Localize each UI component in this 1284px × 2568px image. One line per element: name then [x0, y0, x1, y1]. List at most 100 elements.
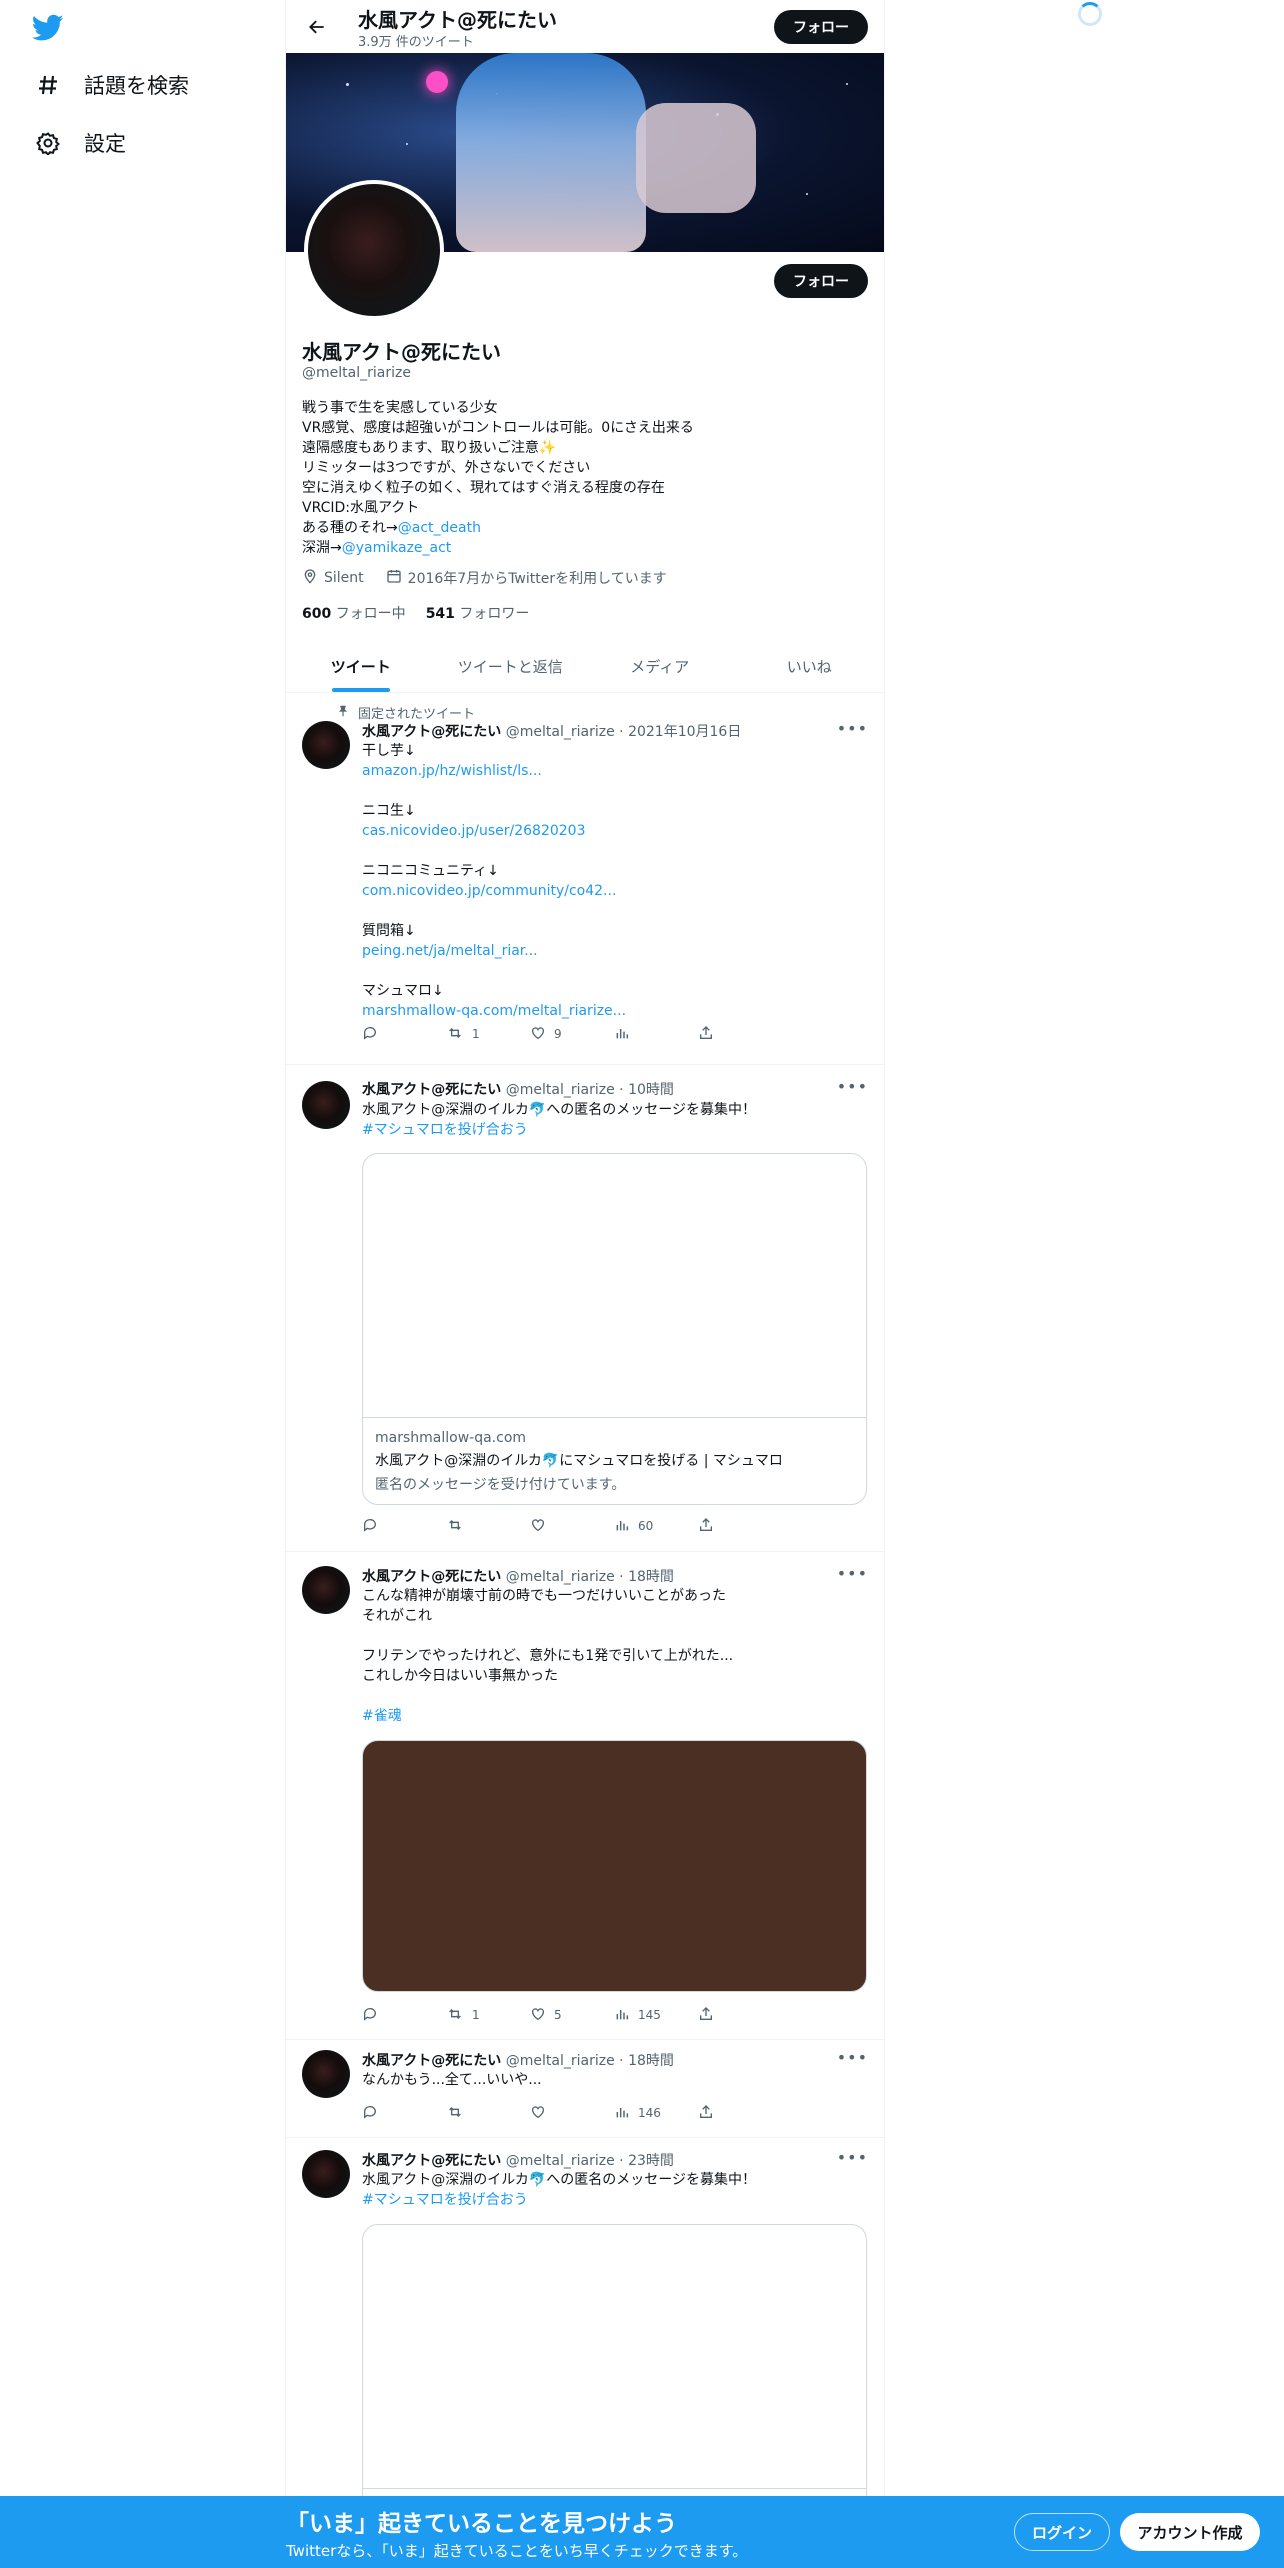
- topbar-follow-button[interactable]: フォロー: [774, 10, 868, 44]
- twitter-bird-icon[interactable]: [31, 14, 66, 44]
- profile-follow-button[interactable]: フォロー: [774, 264, 868, 298]
- link-card[interactable]: [362, 2224, 867, 2524]
- retweet-button[interactable]: [446, 2102, 530, 2124]
- profile-location: Silent: [324, 570, 364, 586]
- views-button[interactable]: 60: [614, 1515, 698, 1537]
- tweet-author-handle[interactable]: @meltal_riarize: [506, 1569, 615, 1585]
- more-options-icon[interactable]: •••: [837, 1077, 868, 1096]
- tweet-avatar[interactable]: [302, 1081, 350, 1129]
- like-button[interactable]: [530, 1515, 614, 1537]
- tweet-author-name[interactable]: 水風アクト@死にたい: [362, 724, 501, 740]
- tweet-author-name[interactable]: 水風アクト@死にたい: [362, 2153, 501, 2169]
- tweet-link[interactable]: marshmallow-qa.com/meltal_riarize...: [362, 1001, 867, 1021]
- retweet-button[interactable]: 1: [446, 1023, 530, 1045]
- bio-line: 深淵→@yamikaze_act: [302, 540, 452, 556]
- retweet-button[interactable]: [446, 1515, 530, 1537]
- tweet-link[interactable]: com.nicovideo.jp/community/co42...: [362, 881, 867, 901]
- reply-button[interactable]: [362, 1515, 446, 1537]
- followers-link[interactable]: 541 フォロワー: [426, 603, 530, 623]
- bio-mention-link[interactable]: @act_death: [398, 520, 481, 536]
- login-button[interactable]: ログイン: [1014, 2513, 1110, 2551]
- tweet-author-name[interactable]: 水風アクト@死にたい: [362, 1569, 501, 1585]
- profile-meta: Silent 2016年7月からTwitterを利用しています: [302, 568, 667, 588]
- tweet-author-handle[interactable]: @meltal_riarize: [506, 724, 615, 740]
- profile-handle: @meltal_riarize: [302, 365, 411, 381]
- bio-line: 空に消えゆく粒子の如く、現れてはすぐ消える程度の存在: [302, 480, 665, 496]
- share-button[interactable]: [698, 2102, 782, 2124]
- retweet-button[interactable]: 1: [446, 2004, 530, 2026]
- tweet-author-handle[interactable]: @meltal_riarize: [506, 2153, 615, 2169]
- heart-icon: [530, 2006, 546, 2025]
- hashtag-link[interactable]: #マシュマロを投げ合おう: [362, 1120, 867, 1140]
- bio-mention-link[interactable]: @yamikaze_act: [342, 540, 452, 556]
- tweet-actions: 146: [362, 2102, 782, 2124]
- tab-tweets-and-replies[interactable]: ツイートと返信: [436, 640, 586, 692]
- tweet[interactable]: 固定されたツイート 水風アクト@死にたい @meltal_riarize · 2…: [286, 693, 884, 1065]
- profile-joined: 2016年7月からTwitterを利用しています: [407, 571, 667, 587]
- reply-button[interactable]: [362, 1023, 446, 1045]
- like-button[interactable]: 9: [530, 1023, 614, 1045]
- tweet[interactable]: 水風アクト@死にたい @meltal_riarize · 10時間 ••• 水風…: [286, 1065, 884, 1552]
- views-button[interactable]: 145: [614, 2004, 698, 2026]
- retweet-icon: [446, 2006, 464, 2025]
- tweet-avatar[interactable]: [302, 2050, 350, 2098]
- tweet-avatar[interactable]: [302, 1566, 350, 1614]
- share-icon: [698, 2104, 714, 2123]
- calendar-icon: [386, 568, 402, 588]
- bio-line: VRCID:水風アクト: [302, 500, 420, 516]
- tweet-time[interactable]: 2021年10月16日: [628, 724, 741, 740]
- more-options-icon[interactable]: •••: [837, 2148, 868, 2167]
- tweet-time[interactable]: 23時間: [628, 2153, 674, 2169]
- link-card-title: 水風アクト@深淵のイルカ🐬にマシュマロを投げる | マシュマロ: [375, 1453, 783, 1469]
- tweet-time[interactable]: 10時間: [628, 1082, 674, 1098]
- reply-icon: [362, 1517, 378, 1536]
- share-button[interactable]: [698, 2004, 782, 2026]
- more-options-icon[interactable]: •••: [837, 1564, 868, 1583]
- profile-name: 水風アクト@死にたい: [302, 340, 501, 364]
- tab-media[interactable]: メディア: [585, 640, 735, 692]
- views-button[interactable]: 146: [614, 2102, 698, 2124]
- following-link[interactable]: 600 フォロー中: [302, 603, 406, 623]
- tweet-author-handle[interactable]: @meltal_riarize: [506, 1082, 615, 1098]
- more-options-icon[interactable]: •••: [837, 2048, 868, 2067]
- tweet[interactable]: 水風アクト@死にたい @meltal_riarize · 18時間 ••• なん…: [286, 2040, 884, 2138]
- reply-button[interactable]: [362, 2004, 446, 2026]
- nav-item-settings[interactable]: 設定: [34, 128, 126, 158]
- nav-item-explore[interactable]: 話題を検索: [34, 70, 189, 100]
- tweet-avatar[interactable]: [302, 721, 350, 769]
- tweet-author-name[interactable]: 水風アクト@死にたい: [362, 1082, 501, 1098]
- tweet-link[interactable]: peing.net/ja/meltal_riar...: [362, 941, 867, 961]
- tab-tweets[interactable]: ツイート: [286, 640, 436, 692]
- tweet-link[interactable]: amazon.jp/hz/wishlist/ls...: [362, 761, 867, 781]
- tweet-author-handle[interactable]: @meltal_riarize: [506, 2053, 615, 2069]
- link-card[interactable]: marshmallow-qa.com 水風アクト@深淵のイルカ🐬にマシュマロを投…: [362, 1153, 867, 1505]
- retweet-icon: [446, 1025, 464, 1044]
- more-options-icon[interactable]: •••: [837, 719, 868, 738]
- tweet-text: こんな精神が崩壊寸前の時でも一つだけいいことがあった それがこれ フリテンでやっ…: [362, 1586, 867, 1726]
- tweet-link[interactable]: cas.nicovideo.jp/user/26820203: [362, 821, 867, 841]
- tweet-photo[interactable]: [362, 1740, 867, 1992]
- like-button[interactable]: [530, 2102, 614, 2124]
- tweet-time[interactable]: 18時間: [628, 2053, 674, 2069]
- tweet-actions: 60: [362, 1515, 782, 1537]
- share-button[interactable]: [698, 1023, 782, 1045]
- link-card-domain: marshmallow-qa.com: [375, 1430, 527, 1446]
- reply-button[interactable]: [362, 2102, 446, 2124]
- profile-tabs: ツイート ツイートと返信 メディア いいね: [286, 640, 884, 693]
- hashtag-link[interactable]: #雀魂: [362, 1706, 867, 1726]
- share-button[interactable]: [698, 1515, 782, 1537]
- views-button[interactable]: [614, 1023, 698, 1045]
- profile-avatar[interactable]: [304, 180, 444, 320]
- tweet-time[interactable]: 18時間: [628, 1569, 674, 1585]
- tweet-text: 水風アクト@深淵のイルカ🐬への匿名のメッセージを募集中！ #マシュマロを投げ合お…: [362, 1100, 867, 1140]
- tweet[interactable]: 水風アクト@死にたい @meltal_riarize · 18時間 ••• こん…: [286, 1552, 884, 2040]
- tweet-avatar[interactable]: [302, 2150, 350, 2198]
- pinned-label: 固定されたツイート: [336, 703, 475, 722]
- like-button[interactable]: 5: [530, 2004, 614, 2026]
- hashtag-link[interactable]: #マシュマロを投げ合おう: [362, 2190, 867, 2210]
- profile-follow-stats: 600 フォロー中 541 フォロワー: [302, 603, 529, 623]
- tweet-author-name[interactable]: 水風アクト@死にたい: [362, 2053, 501, 2069]
- back-arrow-icon[interactable]: [302, 12, 332, 42]
- create-account-button[interactable]: アカウント作成: [1120, 2513, 1260, 2551]
- tab-likes[interactable]: いいね: [735, 640, 885, 692]
